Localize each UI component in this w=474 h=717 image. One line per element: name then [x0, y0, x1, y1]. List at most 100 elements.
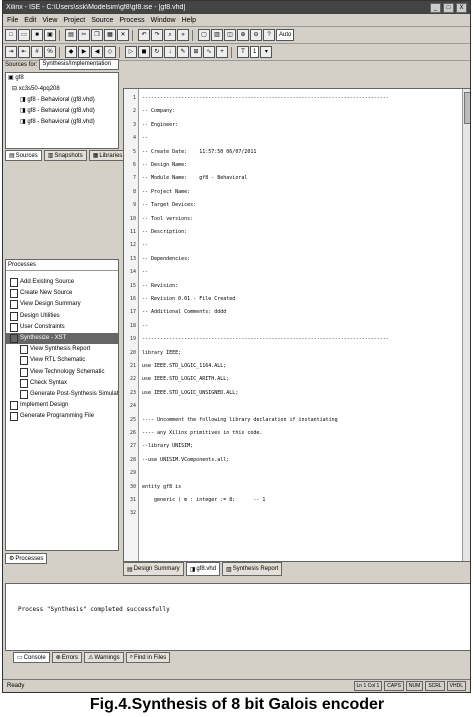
delete-icon[interactable]: ✕	[117, 29, 129, 41]
help-icon[interactable]: ?	[263, 29, 275, 41]
line-number: 10	[129, 215, 136, 222]
process-item[interactable]: Design Utilities	[6, 311, 118, 322]
tree-item-source[interactable]: ◨ gf8 - Behavioral (gf8.vhd)	[6, 95, 118, 106]
process-icon	[10, 322, 18, 332]
menu-file[interactable]: File	[7, 17, 18, 24]
tab-errors[interactable]: ⊗ Errors	[51, 652, 83, 663]
process-item[interactable]: View Design Summary	[6, 299, 118, 310]
process-item[interactable]: Synthesize - XST	[6, 332, 118, 345]
window-icon[interactable]: ▢	[198, 29, 210, 41]
menu-process[interactable]: Process	[119, 17, 144, 24]
print-icon[interactable]: ▤	[65, 29, 77, 41]
font-size-select[interactable]: 1	[250, 46, 260, 58]
schematic-icon[interactable]: ⊞	[190, 46, 202, 58]
tree-item-source[interactable]: ◨ gf8 - Behavioral (gf8.vhd)	[6, 117, 118, 128]
menu-help[interactable]: Help	[182, 17, 196, 24]
sources-for-dropdown[interactable]: Synthesis/Implementation	[39, 59, 119, 70]
tree-item-project[interactable]: ▣ gf8	[6, 73, 118, 84]
status-num: NUM	[405, 681, 424, 691]
rerun-icon[interactable]: ↻	[151, 46, 163, 58]
tile-icon[interactable]: ▥	[211, 29, 223, 41]
cut-icon[interactable]: ✂	[78, 29, 90, 41]
run-icon[interactable]: ▷	[125, 46, 137, 58]
find-icon[interactable]: ⌕	[164, 29, 176, 41]
waveform-icon[interactable]: ∿	[203, 46, 215, 58]
code-text: --use UNISIM.VComponents.all;	[142, 456, 230, 463]
undo-icon[interactable]: ↶	[138, 29, 150, 41]
code-text: --	[142, 135, 149, 142]
prev-bookmark-icon[interactable]: ◀	[91, 46, 103, 58]
tab-snapshots[interactable]: ▥ Snapshots	[43, 150, 87, 161]
zoom-out-icon[interactable]: ⊖	[250, 29, 262, 41]
bookmark-icon[interactable]: ◆	[65, 46, 77, 58]
close-button[interactable]: X	[456, 2, 467, 13]
code-line: 18 --	[124, 320, 464, 332]
redo-icon[interactable]: ↷	[151, 29, 163, 41]
tab-processes[interactable]: ⚙ Processes	[5, 553, 48, 564]
process-item[interactable]: Create New Source	[6, 288, 118, 299]
process-item[interactable]: View RTL Schematic	[6, 355, 118, 366]
editor-vertical-scrollbar[interactable]	[462, 89, 470, 561]
insert-icon[interactable]: +	[216, 46, 228, 58]
save-all-icon[interactable]: ▣	[44, 29, 56, 41]
minimize-button[interactable]: _	[430, 2, 441, 13]
process-item[interactable]: Generate Programming File	[6, 411, 118, 422]
code-editor[interactable]: 1 ---------------------------------------…	[123, 88, 470, 562]
copy-icon[interactable]: ❐	[91, 29, 103, 41]
menu-project[interactable]: Project	[63, 17, 85, 24]
file-icon: ◨	[189, 566, 196, 573]
tab-sources[interactable]: ▤ Sources	[5, 150, 42, 161]
toolbar-select[interactable]: Auto	[276, 29, 295, 41]
tab-find-in-files[interactable]: ⌕ Find in Files	[125, 652, 171, 663]
indent-icon[interactable]: ⇥	[5, 46, 17, 58]
tab-console[interactable]: ▭ Console	[13, 652, 50, 663]
code-line: 5 -- Create Date: 11:57:50 06/07/2011	[124, 146, 464, 158]
step-icon[interactable]: ↓	[164, 46, 176, 58]
process-item[interactable]: Add Existing Source	[6, 277, 118, 288]
text-format-icon[interactable]: T	[237, 46, 249, 58]
tree-item-device[interactable]: ⊟ xc3s50-4pq208	[6, 84, 118, 95]
new-file-icon[interactable]: □	[5, 29, 17, 41]
comment-icon[interactable]: #	[31, 46, 43, 58]
menu-edit[interactable]: Edit	[24, 17, 36, 24]
maximize-button[interactable]: □	[443, 2, 454, 13]
code-line: 13 -- Dependencies:	[124, 253, 464, 265]
clear-bookmark-icon[interactable]: ◇	[104, 46, 116, 58]
save-icon[interactable]: ■	[31, 29, 43, 41]
stop-icon[interactable]: ◼	[138, 46, 150, 58]
warning-icon: ⚠	[88, 655, 94, 661]
cascade-icon[interactable]: ◫	[224, 29, 236, 41]
zoom-icon[interactable]: ⊕	[237, 29, 249, 41]
tab-libraries[interactable]: ▦ Libraries	[88, 150, 127, 161]
tab-design-summary[interactable]: ▤ Design Summary	[123, 562, 184, 576]
language-template-icon[interactable]: ✎	[177, 46, 189, 58]
uncomment-icon[interactable]: %	[44, 46, 56, 58]
find-next-icon[interactable]: »	[177, 29, 189, 41]
tab-synthesis-report[interactable]: ▥ Synthesis Report	[222, 562, 283, 576]
toolbar-main: □ ▭ ■ ▣ ▤ ✂ ❐ ▦ ✕ ↶ ↷ ⌕ » ▢ ▥ ◫ ⊕ ⊖ ? Au…	[3, 27, 470, 44]
tab-warnings[interactable]: ⚠ Warnings	[84, 652, 124, 663]
process-item[interactable]: View Synthesis Report	[6, 344, 118, 355]
tab-gf8-vhd[interactable]: ◨ gf8.vhd	[185, 562, 221, 576]
code-text: generic ( m : integer := 8; -- 1	[142, 497, 266, 503]
scrollbar-thumb[interactable]	[464, 92, 470, 124]
process-label: Check Syntax	[30, 379, 68, 386]
line-number: 8	[132, 188, 136, 195]
dropdown-arrow-icon[interactable]: ▾	[260, 46, 273, 58]
process-item[interactable]: View Technology Schematic	[6, 367, 118, 378]
process-item[interactable]: User Constraints	[6, 322, 118, 333]
open-file-icon[interactable]: ▭	[18, 29, 30, 41]
outdent-icon[interactable]: ⇤	[18, 46, 30, 58]
next-bookmark-icon[interactable]: ▶	[78, 46, 90, 58]
menu-window[interactable]: Window	[151, 17, 176, 24]
code-text: --	[142, 322, 149, 329]
tree-item-source[interactable]: ◨ gf8 - Behavioral (gf8.vhd)	[6, 106, 118, 117]
paste-icon[interactable]: ▦	[104, 29, 116, 41]
menu-view[interactable]: View	[42, 17, 57, 24]
menu-source[interactable]: Source	[91, 17, 113, 24]
process-item[interactable]: Check Syntax	[6, 378, 118, 389]
process-icon	[10, 289, 18, 299]
process-item[interactable]: Implement Design	[6, 400, 118, 411]
process-item[interactable]: Generate Post-Synthesis Simulation Model	[6, 389, 118, 400]
